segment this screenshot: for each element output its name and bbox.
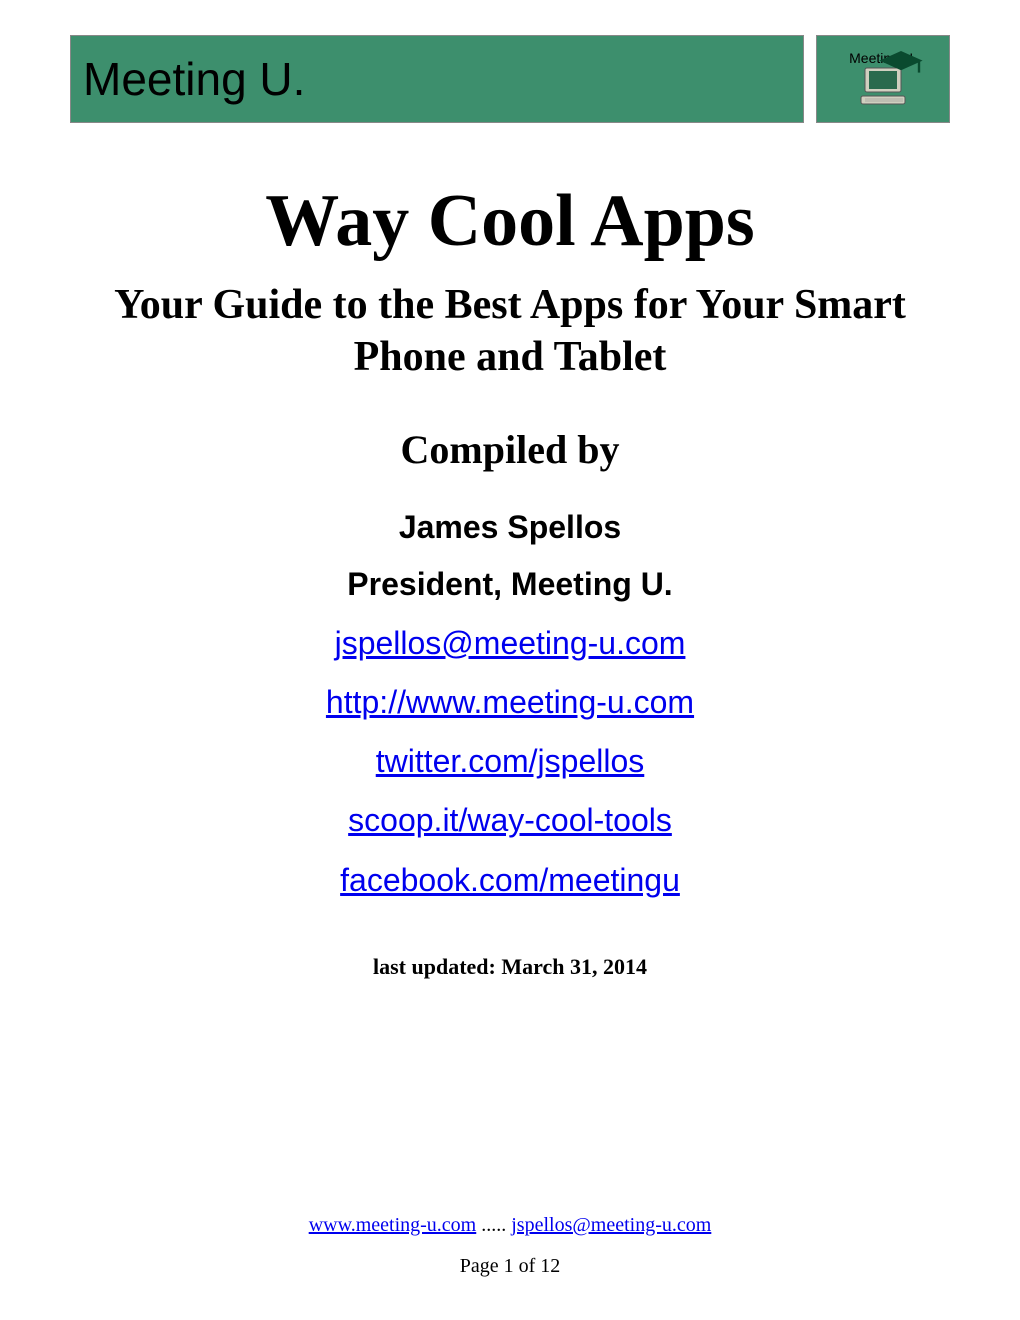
footer-website-link[interactable]: www.meeting-u.com [309, 1214, 477, 1236]
author-title: President, Meeting U. [70, 556, 950, 614]
page-footer: www.meeting-u.com ..... jspellos@meeting… [0, 1214, 1020, 1278]
author-email-link[interactable]: jspellos@meeting-u.com [70, 614, 950, 673]
document-subtitle: Your Guide to the Best Apps for Your Sma… [70, 279, 950, 384]
footer-email-link[interactable]: jspellos@meeting-u.com [511, 1214, 711, 1236]
banner-left: Meeting U. [70, 35, 804, 123]
document-page: Meeting U. Meeting U. Way Cool Apps Your… [0, 0, 1020, 1320]
author-twitter-link[interactable]: twitter.com/jspellos [70, 732, 950, 791]
banner-title: Meeting U. [83, 52, 305, 106]
graduation-cap-icon [877, 42, 925, 84]
header-banner: Meeting U. Meeting U. [70, 35, 950, 123]
author-website-link[interactable]: http://www.meeting-u.com [70, 673, 950, 732]
author-name: James Spellos [70, 499, 950, 557]
page-number: Page 1 of 12 [0, 1255, 1020, 1278]
document-title: Way Cool Apps [70, 183, 950, 261]
footer-separator: ..... [481, 1214, 506, 1236]
author-scoopit-link[interactable]: scoop.it/way-cool-tools [70, 791, 950, 850]
author-facebook-link[interactable]: facebook.com/meetingu [70, 851, 950, 910]
banner-right-logo: Meeting U. [816, 35, 950, 123]
compiled-by-label: Compiled by [70, 426, 950, 473]
last-updated: last updated: March 31, 2014 [70, 954, 950, 980]
